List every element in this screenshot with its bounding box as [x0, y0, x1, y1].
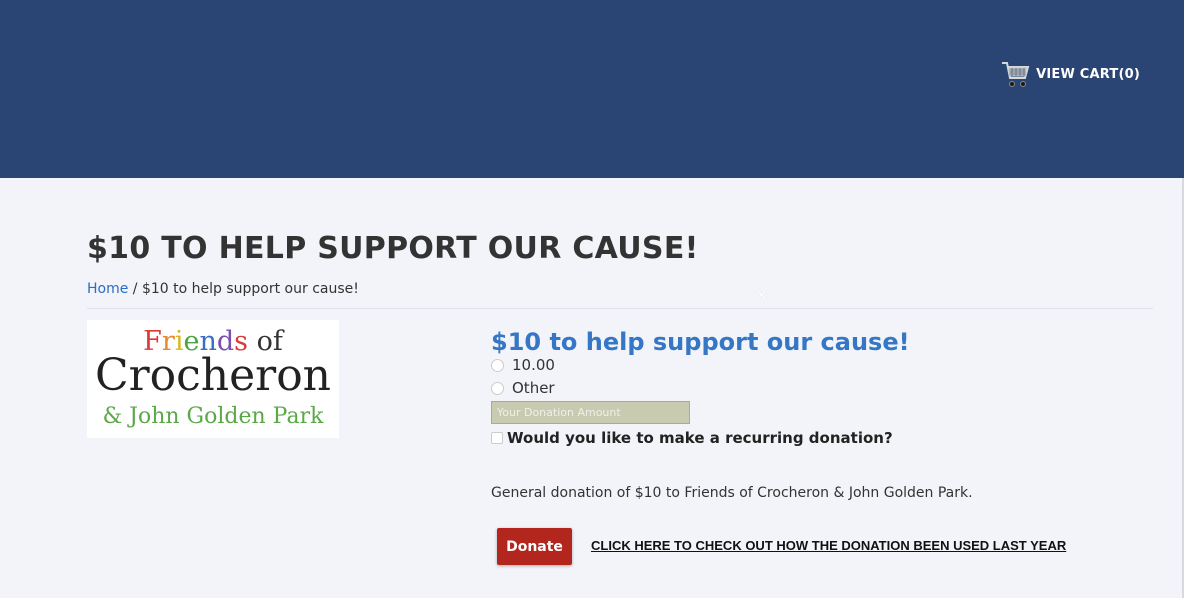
donation-amount-input[interactable]: [491, 401, 690, 424]
donate-button[interactable]: Donate: [497, 528, 572, 565]
recurring-label: Would you like to make a recurring donat…: [507, 429, 893, 447]
divider: [87, 308, 1153, 309]
view-cart-label[interactable]: VIEW CART(0): [1036, 67, 1140, 82]
logo-text-crocheron: Crocheron: [94, 350, 332, 401]
breadcrumb: Home / $10 to help support our cause!: [87, 281, 359, 297]
option-10[interactable]: 10.00: [491, 356, 555, 374]
option-label-10: 10.00: [512, 356, 555, 374]
donation-usage-link[interactable]: CLICK HERE TO CHECK OUT HOW THE DONATION…: [591, 538, 1066, 553]
option-other[interactable]: Other: [491, 379, 555, 397]
recurring-checkbox[interactable]: [491, 432, 503, 444]
close-icon[interactable]: ×: [755, 285, 768, 304]
breadcrumb-current: $10 to help support our cause!: [141, 281, 359, 297]
recurring-donation-option[interactable]: Would you like to make a recurring donat…: [491, 429, 893, 447]
shopping-cart-icon: [1002, 62, 1030, 87]
header-bar: VIEW CART(0): [0, 0, 1184, 178]
product-description: General donation of $10 to Friends of Cr…: [491, 485, 973, 501]
product-logo: Friends of Crocheron & John Golden Park: [87, 320, 339, 438]
breadcrumb-separator: /: [128, 281, 142, 297]
logo-text-park: & John Golden Park: [102, 404, 324, 429]
option-label-other: Other: [512, 379, 555, 397]
radio-10[interactable]: [491, 358, 504, 372]
product-title: $10 to help support our cause!: [491, 328, 910, 356]
view-cart-link[interactable]: VIEW CART(0): [1000, 58, 1140, 90]
radio-other[interactable]: [491, 381, 504, 395]
page-title: $10 TO HELP SUPPORT OUR CAUSE!: [87, 231, 699, 266]
breadcrumb-home-link[interactable]: Home: [87, 281, 128, 297]
